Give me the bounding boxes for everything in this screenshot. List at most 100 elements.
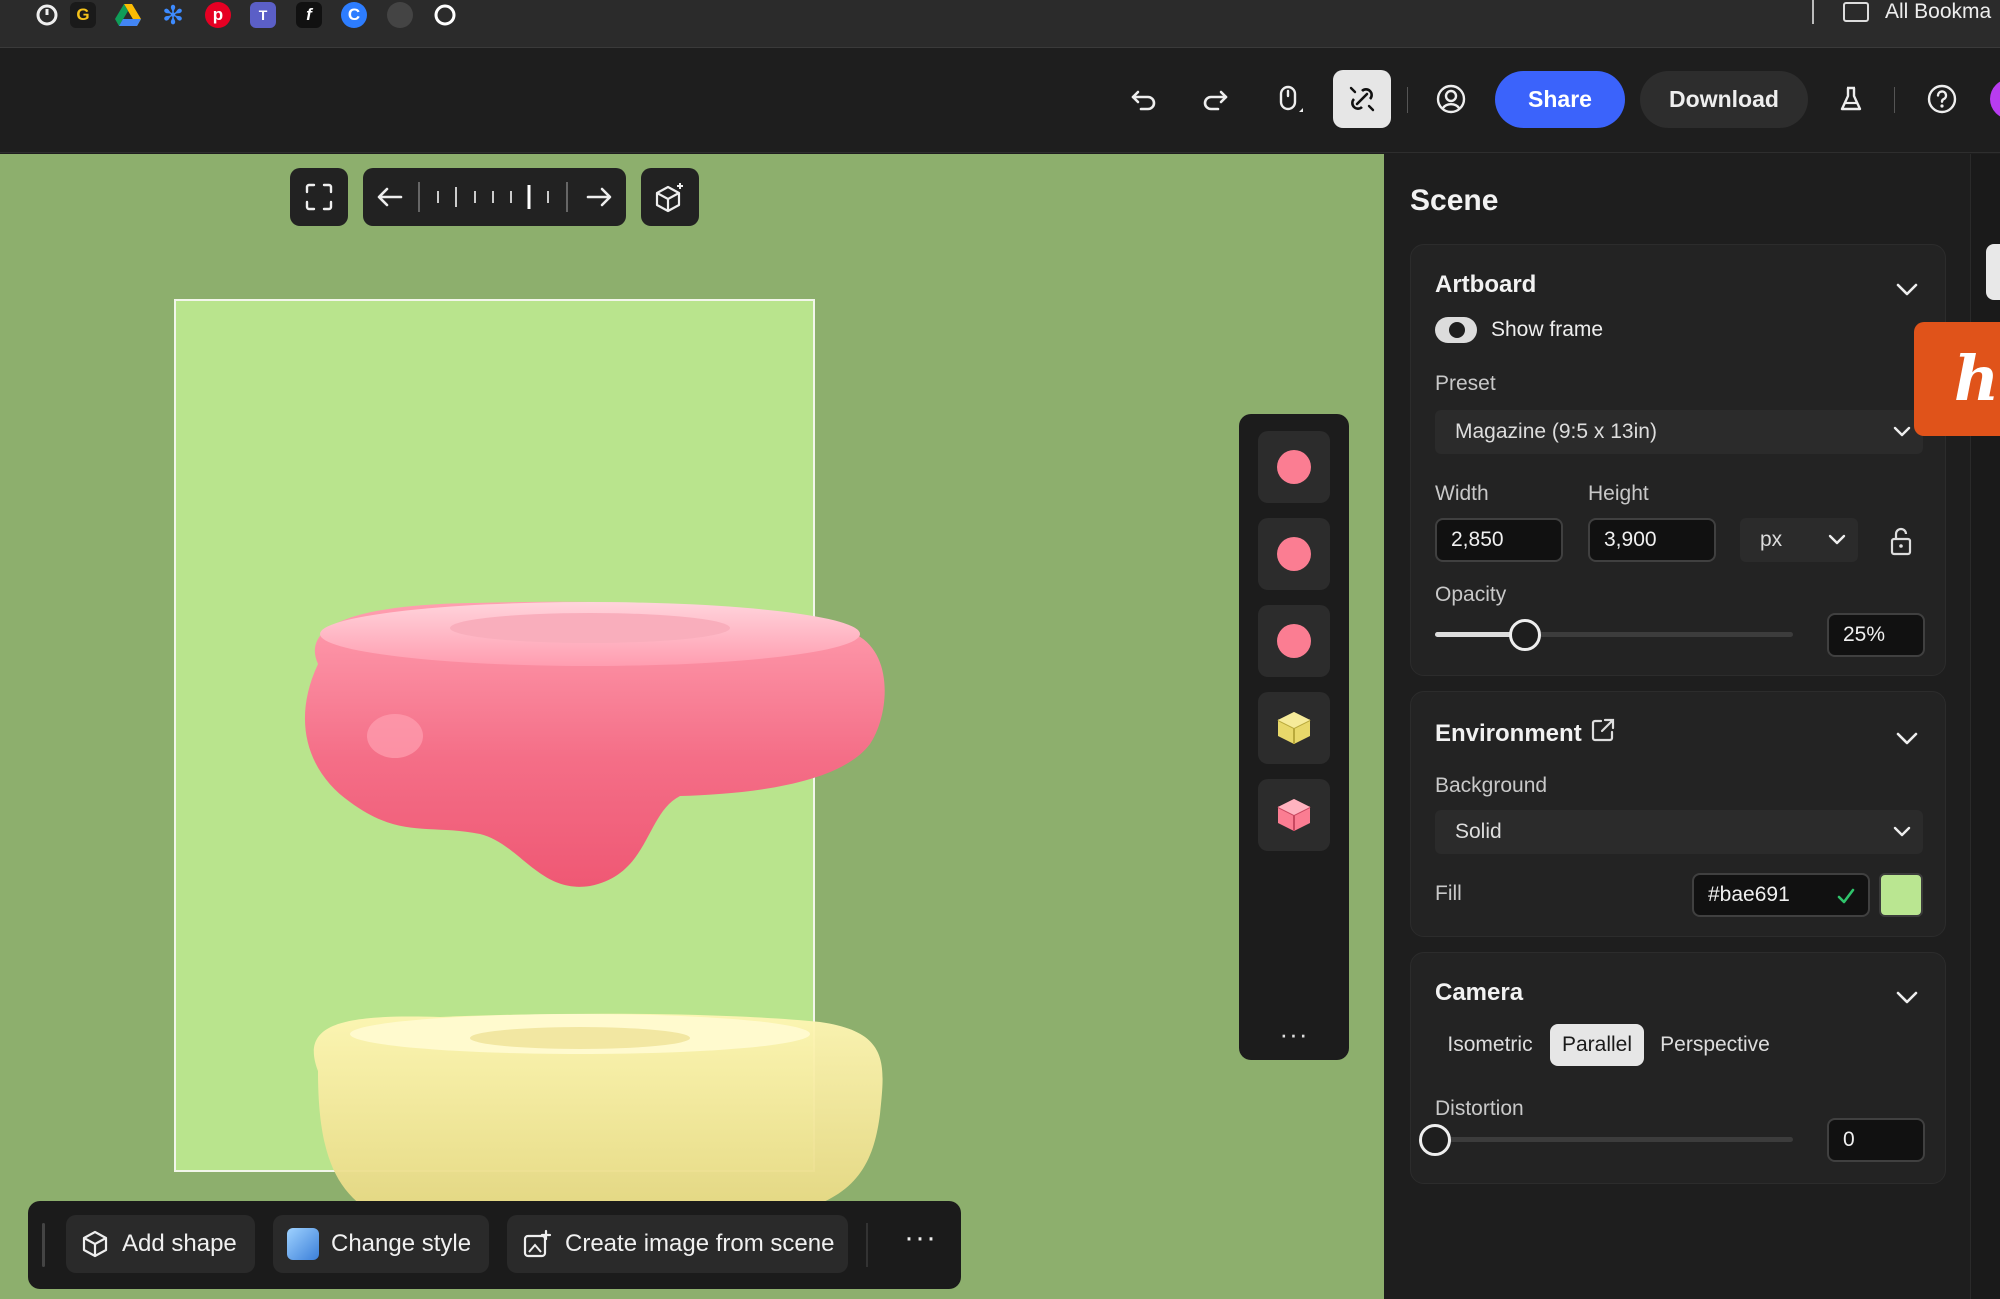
avatar[interactable] (1990, 79, 2000, 119)
account-button[interactable] (1425, 73, 1477, 125)
all-bookmarks-link[interactable]: All Bookma (1885, 0, 1991, 24)
add-shape-button[interactable]: Add shape (66, 1215, 255, 1273)
fill-color-swatch[interactable] (1879, 873, 1923, 917)
bookmarks-divider (1812, 0, 1814, 24)
background-label: Background (1435, 774, 1548, 797)
unit-select[interactable]: px (1740, 518, 1858, 562)
background-select[interactable]: Solid (1435, 810, 1923, 854)
opacity-slider[interactable] (1435, 632, 1793, 637)
camera-section-title: Camera (1435, 979, 1524, 1006)
sphere-icon (1277, 624, 1311, 658)
opacity-slider-thumb[interactable] (1508, 619, 1541, 651)
circle-icon[interactable] (432, 2, 458, 28)
c-icon[interactable]: C (341, 2, 367, 28)
help-button[interactable] (1916, 73, 1968, 125)
external-link-icon[interactable] (1589, 716, 1617, 744)
pinterest-icon[interactable]: p (205, 2, 231, 28)
cube-outline-icon (82, 1230, 108, 1258)
layer-sphere-3[interactable] (1258, 605, 1330, 677)
arrow-right-icon[interactable] (584, 182, 614, 212)
artboard-frame[interactable] (174, 299, 815, 1172)
undo-icon (1131, 90, 1156, 111)
chevron-down-icon[interactable] (1893, 724, 1921, 752)
show-frame-toggle[interactable] (1435, 317, 1477, 343)
arrow-left-icon[interactable] (375, 182, 405, 212)
preset-select[interactable]: Magazine (9:5 x 13in) (1435, 410, 1923, 454)
distortion-slider-thumb[interactable] (1419, 1124, 1451, 1156)
rotation-ruler[interactable] (418, 180, 568, 214)
bottom-bar-divider (866, 1223, 868, 1267)
preset-label: Preset (1435, 372, 1496, 395)
environment-section: Environment Background Solid Fill #bae69… (1410, 691, 1946, 937)
layer-sphere-2[interactable] (1258, 518, 1330, 590)
download-button[interactable]: Download (1640, 71, 1808, 128)
app-toolbar: Share Download (0, 49, 2000, 153)
preset-value: Magazine (9:5 x 13in) (1455, 420, 1657, 443)
create-image-button[interactable]: Create image from scene (507, 1215, 848, 1273)
distortion-label: Distortion (1435, 1097, 1524, 1120)
mouse-icon (1279, 85, 1303, 112)
toolbar-divider (1407, 87, 1408, 113)
distortion-slider[interactable] (1435, 1137, 1793, 1142)
bottom-action-bar: Add shape Change style Create image from… (28, 1201, 961, 1289)
teams-icon[interactable]: T (250, 2, 276, 28)
artboard-section: Artboard Show frame Preset Magazine (9:5… (1410, 244, 1946, 676)
labs-button[interactable] (1825, 73, 1877, 125)
opacity-input[interactable]: 25% (1827, 613, 1925, 657)
chevron-down-icon[interactable] (1893, 983, 1921, 1011)
function-icon[interactable]: f (296, 2, 322, 28)
panel-title: Scene (1410, 184, 1499, 217)
google-drive-icon[interactable] (115, 2, 141, 28)
width-input[interactable]: 2,850 (1435, 518, 1563, 562)
distortion-input[interactable]: 0 (1827, 1118, 1925, 1162)
background-value: Solid (1455, 820, 1502, 843)
lock-aspect-icon[interactable] (1886, 525, 1916, 557)
asterisk-icon[interactable]: ✻ (160, 0, 186, 30)
folder-icon (1843, 2, 1869, 22)
unit-value: px (1760, 528, 1783, 551)
help-icon (1927, 84, 1957, 114)
layer-sphere-1[interactable] (1258, 431, 1330, 503)
camera-mode-parallel[interactable]: Parallel (1550, 1024, 1644, 1066)
camera-mode-perspective[interactable]: Perspective (1651, 1024, 1779, 1066)
share-button[interactable]: Share (1495, 71, 1625, 128)
layer-cube-yellow[interactable] (1258, 692, 1330, 764)
mouse-mode-button[interactable] (1262, 73, 1314, 125)
rotate-slider-control[interactable] (363, 168, 626, 226)
flask-icon (1840, 86, 1862, 111)
layer-cube-pink[interactable] (1258, 779, 1330, 851)
redo-button[interactable] (1189, 73, 1241, 125)
extension-tab[interactable]: h (1914, 322, 2000, 436)
artboard-section-title: Artboard (1435, 271, 1537, 298)
fit-view-button[interactable] (290, 168, 348, 226)
chevron-down-icon[interactable] (1893, 275, 1921, 303)
frame-corners-icon (305, 183, 333, 211)
sphere-icon[interactable] (387, 2, 413, 28)
undo-button[interactable] (1118, 73, 1170, 125)
side-tab[interactable] (1986, 244, 2000, 300)
user-circle-icon (1436, 84, 1466, 114)
camera-mode-isometric[interactable]: Isometric (1435, 1024, 1545, 1066)
drag-handle[interactable] (42, 1223, 45, 1267)
change-style-label: Change style (331, 1230, 472, 1257)
checkmark-icon (1837, 888, 1855, 904)
chevron-down-icon (1828, 534, 1846, 545)
width-label: Width (1435, 482, 1489, 505)
link-sparkle-icon (1349, 86, 1375, 112)
fill-hex-input[interactable]: #bae691 (1692, 873, 1870, 917)
more-actions-button[interactable]: ··· (904, 1221, 937, 1255)
g-icon[interactable]: G (70, 2, 96, 28)
scene-canvas[interactable]: ··· Add shape Change style Create image … (0, 154, 1384, 1299)
sphere-icon (1277, 450, 1311, 484)
layers-more-button[interactable]: ··· (1239, 1019, 1349, 1050)
environment-section-title: Environment (1435, 720, 1582, 747)
cube-sparkle-icon (655, 183, 683, 213)
scene-settings-button[interactable] (641, 168, 699, 226)
timer-icon[interactable] (34, 2, 60, 28)
ai-assist-toggle[interactable] (1333, 70, 1391, 128)
change-style-button[interactable]: Change style (273, 1215, 489, 1273)
height-input[interactable]: 3,900 (1588, 518, 1716, 562)
fill-hex-value: #bae691 (1708, 883, 1790, 906)
camera-section: Camera Isometric Parallel Perspective Di… (1410, 952, 1946, 1184)
image-sparkle-icon (523, 1229, 552, 1258)
